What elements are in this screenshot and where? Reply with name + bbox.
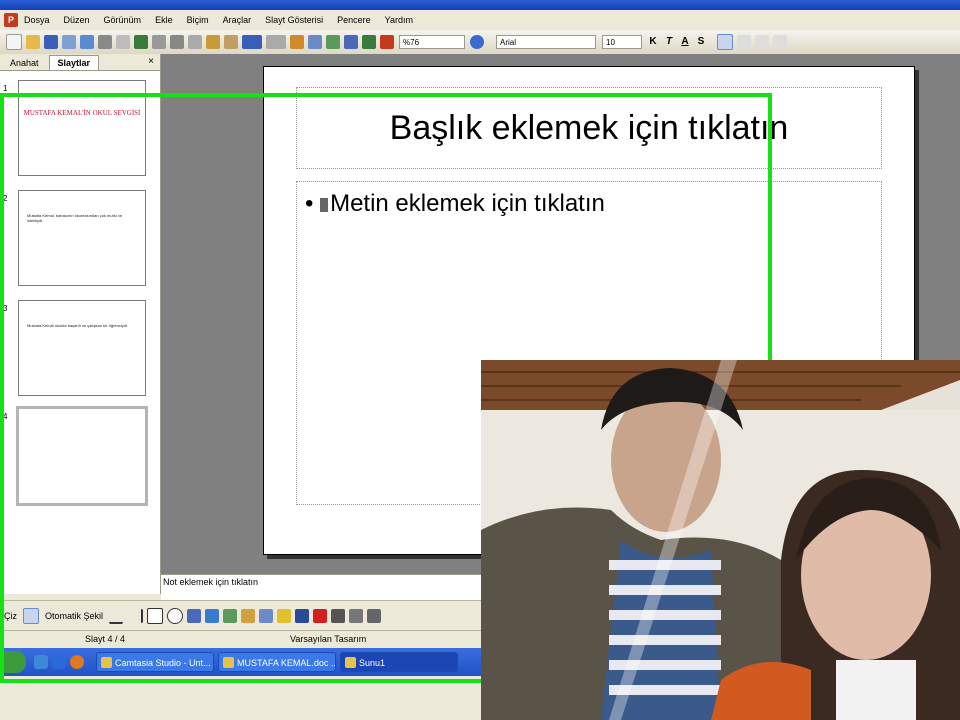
slide-number: 1 [3,84,8,93]
webcam-overlay [481,360,960,720]
slide-thumbnail-3[interactable]: Mustafa Kemal okulda başarılı ve çalışka… [18,300,146,396]
underline-button[interactable]: A [678,35,692,49]
title-placeholder[interactable]: Başlık eklemek için tıklatın [296,87,882,169]
paste-icon[interactable] [206,35,220,49]
autoshapes-menu[interactable]: Otomatik Şekil [45,611,103,621]
slide-number: 3 [3,304,8,313]
expand-all-icon[interactable] [344,35,358,49]
slide-number: 2 [3,194,8,203]
undo-icon[interactable] [242,35,262,49]
body-bullet: • Metin eklemek için tıklatın [305,190,605,218]
menu-slayt-gosterisi[interactable]: Slayt Gösterisi [265,15,323,25]
cut-icon[interactable] [170,35,184,49]
line-style-icon[interactable] [331,609,346,623]
research-icon[interactable] [152,35,166,49]
format-painter-icon[interactable] [224,35,238,49]
dash-style-icon[interactable] [349,609,364,623]
menu-bar: P Dosya Düzen Görünüm Ekle Biçim Araçlar… [0,10,960,30]
thumbnail-title: MUSTAFA KEMAL'İN OKUL SEVGİSİ [23,109,141,117]
line-color-icon[interactable] [295,609,310,623]
print-icon[interactable] [98,35,112,49]
italic-button[interactable]: T [662,35,676,49]
save-icon[interactable] [44,35,58,49]
align-right-icon[interactable] [755,35,769,49]
arrow-icon[interactable] [127,609,144,623]
design-name: Varsayılan Tasarım [290,634,367,644]
taskbar-item-powerpoint[interactable]: Sunu1 [340,652,458,672]
desktop-quicklaunch-icon[interactable] [34,655,48,669]
taskbar-item-word[interactable]: MUSTAFA KEMAL.doc ... [218,652,336,672]
print-preview-icon[interactable] [116,35,130,49]
bullet-dot: • [305,190,321,217]
powerpoint-icon[interactable]: P [4,13,18,27]
thumbnail-text: Mustafa Kemal okulda başarılı ve çalışka… [27,323,128,328]
bold-button[interactable]: K [646,35,660,49]
redo-icon[interactable] [266,35,286,49]
help-icon[interactable] [470,35,484,49]
start-button[interactable] [0,651,26,673]
rectangle-icon[interactable] [147,608,164,624]
zoom-select[interactable]: %76 [399,35,465,49]
line-icon[interactable] [109,608,124,624]
webcam-video-frame [481,360,960,720]
body-placeholder-text: Metin eklemek için tıklatın [330,190,605,217]
slides-panel: Anahat Slaytlar × 1 MUSTAFA KEMAL'İN OKU… [0,54,161,594]
hourglass-cursor-icon [320,197,329,212]
thumbnail-text: Mustafa Kemal, babasının okumasından çok… [27,213,123,223]
oval-icon[interactable] [167,608,184,624]
tab-anahat[interactable]: Anahat [2,56,47,70]
close-icon[interactable]: × [148,56,154,67]
fill-color-icon[interactable] [277,609,292,623]
firefox-quicklaunch-icon[interactable] [70,655,84,669]
slide-counter: Slayt 4 / 4 [85,634,126,644]
desktop-screen: P Dosya Düzen Görünüm Ekle Biçim Araçlar… [0,0,960,720]
insert-picture-icon[interactable] [326,35,340,49]
align-center-icon[interactable] [737,35,751,49]
clipart-icon[interactable] [241,609,256,623]
slide-thumbnail-4[interactable] [16,406,148,506]
standard-toolbar: %76 Arial 10 K T A S [0,30,960,55]
slide-thumbnail-2[interactable]: Mustafa Kemal, babasının okumasından çok… [18,190,146,286]
window-titlebar [0,0,960,10]
open-icon[interactable] [26,35,40,49]
menu-araclar[interactable]: Araçlar [223,15,252,25]
wordart-icon[interactable] [205,609,220,623]
draw-menu[interactable]: Çiz [4,611,17,621]
align-left-icon[interactable] [717,34,733,50]
font-select[interactable]: Arial [496,35,596,49]
new-icon[interactable] [6,34,22,50]
menu-ekle[interactable]: Ekle [155,15,173,25]
grid-icon[interactable] [362,35,376,49]
arrow-style-icon[interactable] [367,609,382,623]
shadow-button[interactable]: S [694,35,708,49]
chart-icon[interactable] [290,35,304,49]
select-pointer-icon[interactable] [23,608,39,624]
menu-duzen[interactable]: Düzen [64,15,90,25]
menu-yardim[interactable]: Yardım [385,15,413,25]
menu-pencere[interactable]: Pencere [337,15,371,25]
ie-quicklaunch-icon[interactable] [52,655,66,669]
slide-number: 4 [3,412,8,421]
panel-tabs: Anahat Slaytlar × [0,54,160,71]
textbox-icon[interactable] [187,609,202,623]
color-grayscale-icon[interactable] [380,35,394,49]
taskbar-item-camtasia[interactable]: Camtasia Studio - Unt... [96,652,214,672]
copy-icon[interactable] [188,35,202,49]
tab-slaytlar[interactable]: Slaytlar [48,55,100,70]
email-icon[interactable] [80,35,94,49]
slide-thumbnail-1[interactable]: MUSTAFA KEMAL'İN OKUL SEVGİSİ [18,80,146,176]
permission-icon[interactable] [62,35,76,49]
spelling-icon[interactable] [134,35,148,49]
font-size-select[interactable]: 10 [602,35,642,49]
menu-dosya[interactable]: Dosya [24,15,50,25]
picture-icon[interactable] [259,609,274,623]
menu-gorunum[interactable]: Görünüm [104,15,142,25]
numbering-icon[interactable] [773,35,787,49]
font-color-icon[interactable] [313,609,328,623]
diagram-icon[interactable] [223,609,238,623]
menu-bicim[interactable]: Biçim [187,15,209,25]
table-icon[interactable] [308,35,322,49]
